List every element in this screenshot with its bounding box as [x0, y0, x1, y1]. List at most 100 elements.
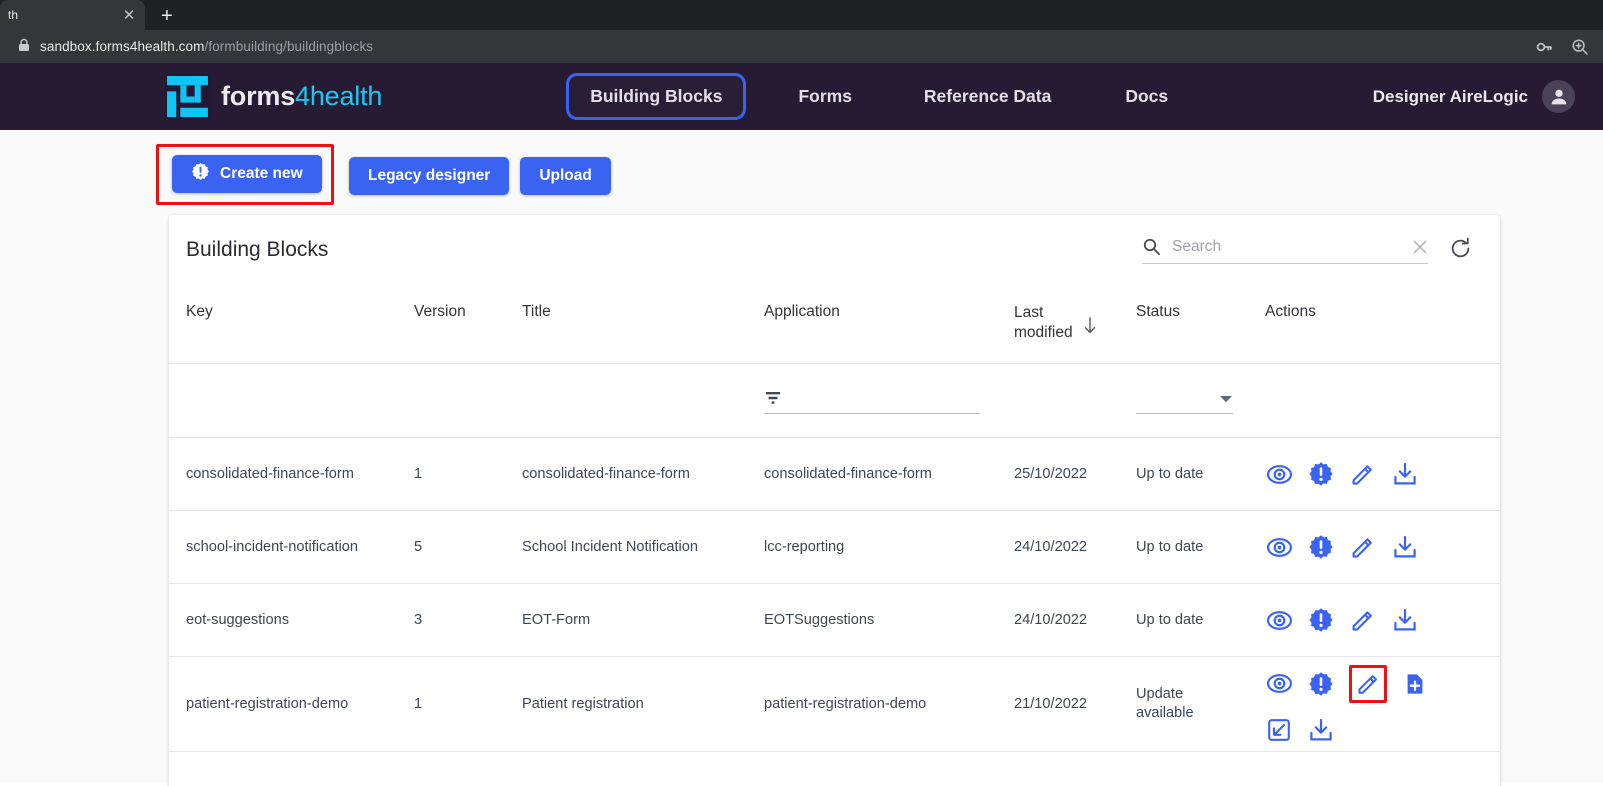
application-filter[interactable]	[764, 388, 980, 414]
table-row[interactable]: patient-registration-demo 1 Patient regi…	[169, 656, 1500, 753]
status-filter-select[interactable]	[1136, 388, 1233, 414]
table-body: consolidated-finance-form 1 consolidated…	[169, 363, 1500, 753]
building-blocks-table: Key Version Title Application Last modif…	[169, 291, 1500, 753]
cell-status: Up to date	[1136, 583, 1265, 658]
cell-title: Patient registration	[522, 656, 764, 753]
address-bar-url[interactable]: sandbox.forms4health.com/formbuilding/bu…	[40, 39, 373, 54]
column-header-title[interactable]: Title	[522, 291, 764, 365]
view-icon[interactable]	[1265, 606, 1293, 634]
app-header: forms4health Building Blocks Forms Refer…	[0, 63, 1603, 130]
action-toolbar: Create new Legacy designer Upload	[0, 130, 1603, 205]
cell-actions	[1265, 583, 1500, 658]
open-in-designer-icon[interactable]	[1265, 716, 1293, 744]
building-blocks-card: Building Blocks Search Key Version Title…	[169, 215, 1500, 786]
zoom-icon[interactable]	[1571, 38, 1589, 56]
main-navigation: Building Blocks Forms Reference Data Doc…	[566, 73, 1190, 120]
cell-application: consolidated-finance-form	[764, 437, 1014, 512]
nav-item-docs[interactable]: Docs	[1103, 73, 1190, 120]
close-icon[interactable]	[1412, 239, 1428, 255]
avatar[interactable]	[1542, 80, 1575, 113]
search-field[interactable]	[1142, 237, 1428, 264]
edit-icon[interactable]	[1349, 533, 1377, 561]
view-icon[interactable]	[1265, 670, 1293, 698]
cell-application: EOTSuggestions	[764, 583, 1014, 658]
cell-key: patient-registration-demo	[169, 656, 414, 753]
upload-button[interactable]: Upload	[520, 156, 611, 195]
cell-application: patient-registration-demo	[764, 656, 1014, 753]
cell-actions	[1265, 656, 1500, 753]
filter-cell-version	[414, 363, 522, 439]
filter-list-icon[interactable]	[764, 390, 784, 410]
column-header-actions: Actions	[1265, 291, 1500, 365]
cell-status: Up to date	[1136, 510, 1265, 585]
user-name: Designer AireLogic	[1372, 86, 1528, 106]
nav-item-building-blocks[interactable]: Building Blocks	[566, 73, 747, 120]
cell-title: EOT-Form	[522, 583, 764, 658]
nav-item-forms[interactable]: Forms	[776, 73, 873, 120]
url-path: /formbuilding/buildingblocks	[204, 39, 374, 54]
key-icon[interactable]	[1535, 38, 1553, 56]
new-tab-button[interactable]: +	[161, 6, 173, 26]
table-row[interactable]: school-incident-notification 5 School In…	[169, 510, 1500, 585]
edit-icon[interactable]	[1349, 460, 1377, 488]
edit-icon[interactable]	[1349, 664, 1387, 703]
edit-icon[interactable]	[1349, 606, 1377, 634]
cell-status: Up to date	[1136, 437, 1265, 512]
brand-logo[interactable]: forms4health	[165, 74, 382, 119]
filter-cell-last-modified	[1014, 363, 1136, 439]
chevron-down-icon[interactable]	[1219, 392, 1233, 408]
cell-key: eot-suggestions	[169, 583, 414, 658]
legacy-designer-label: Legacy designer	[368, 166, 491, 184]
nav-item-reference-data[interactable]: Reference Data	[902, 73, 1073, 120]
column-header-version[interactable]: Version	[414, 291, 522, 365]
cell-key: school-incident-notification	[169, 510, 414, 585]
table-row[interactable]: consolidated-finance-form 1 consolidated…	[169, 437, 1500, 512]
forms4health-logo-icon	[165, 74, 210, 119]
column-header-last-modified[interactable]: Last modified	[1014, 291, 1136, 365]
download-icon[interactable]	[1307, 716, 1335, 744]
brand-name-part1: forms	[221, 81, 296, 111]
arrow-down-icon	[1083, 317, 1097, 339]
column-header-status[interactable]: Status	[1136, 291, 1265, 365]
filter-cell-application[interactable]	[764, 363, 1014, 439]
table-row[interactable]: eot-suggestions 3 EOT-Form EOTSuggestion…	[169, 583, 1500, 658]
refresh-icon[interactable]	[1449, 237, 1472, 265]
warning-badge-icon[interactable]	[1307, 533, 1335, 561]
create-new-label: Create new	[220, 165, 303, 182]
add-new-version-icon[interactable]	[1401, 670, 1429, 698]
download-icon[interactable]	[1391, 533, 1419, 561]
user-menu[interactable]: Designer AireLogic	[1373, 80, 1575, 113]
column-header-key[interactable]: Key	[169, 291, 414, 365]
create-new-highlight: Create new	[156, 144, 334, 205]
cell-last-modified: 25/10/2022	[1014, 437, 1136, 512]
warning-badge-icon	[191, 162, 210, 186]
create-new-button[interactable]: Create new	[172, 155, 322, 193]
brand-name: forms4health	[221, 81, 382, 112]
browser-tab[interactable]: th ✕	[0, 0, 145, 30]
cell-last-modified: 24/10/2022	[1014, 583, 1136, 658]
upload-label: Upload	[539, 166, 592, 184]
filter-cell-status[interactable]	[1136, 363, 1265, 439]
warning-badge-icon[interactable]	[1307, 460, 1335, 488]
warning-badge-icon[interactable]	[1307, 606, 1335, 634]
view-icon[interactable]	[1265, 460, 1293, 488]
close-icon[interactable]: ✕	[121, 8, 137, 23]
cell-version: 5	[414, 510, 522, 585]
view-icon[interactable]	[1265, 533, 1293, 561]
browser-address-bar[interactable]: sandbox.forms4health.com/formbuilding/bu…	[0, 30, 1603, 63]
cell-last-modified: 24/10/2022	[1014, 510, 1136, 585]
cell-actions	[1265, 437, 1500, 512]
legacy-designer-button[interactable]: Legacy designer	[349, 156, 510, 195]
cell-version: 1	[414, 656, 522, 753]
cell-status: Update available	[1136, 656, 1265, 753]
column-header-application[interactable]: Application	[764, 291, 1014, 365]
status-badge: Update available	[1136, 685, 1194, 722]
download-icon[interactable]	[1391, 606, 1419, 634]
search-icon	[1142, 237, 1161, 256]
search-input[interactable]	[1172, 237, 1401, 256]
cell-version: 1	[414, 437, 522, 512]
warning-badge-icon[interactable]	[1307, 670, 1335, 698]
table-header: Key Version Title Application Last modif…	[169, 291, 1500, 365]
cell-application: lcc-reporting	[764, 510, 1014, 585]
download-icon[interactable]	[1391, 460, 1419, 488]
